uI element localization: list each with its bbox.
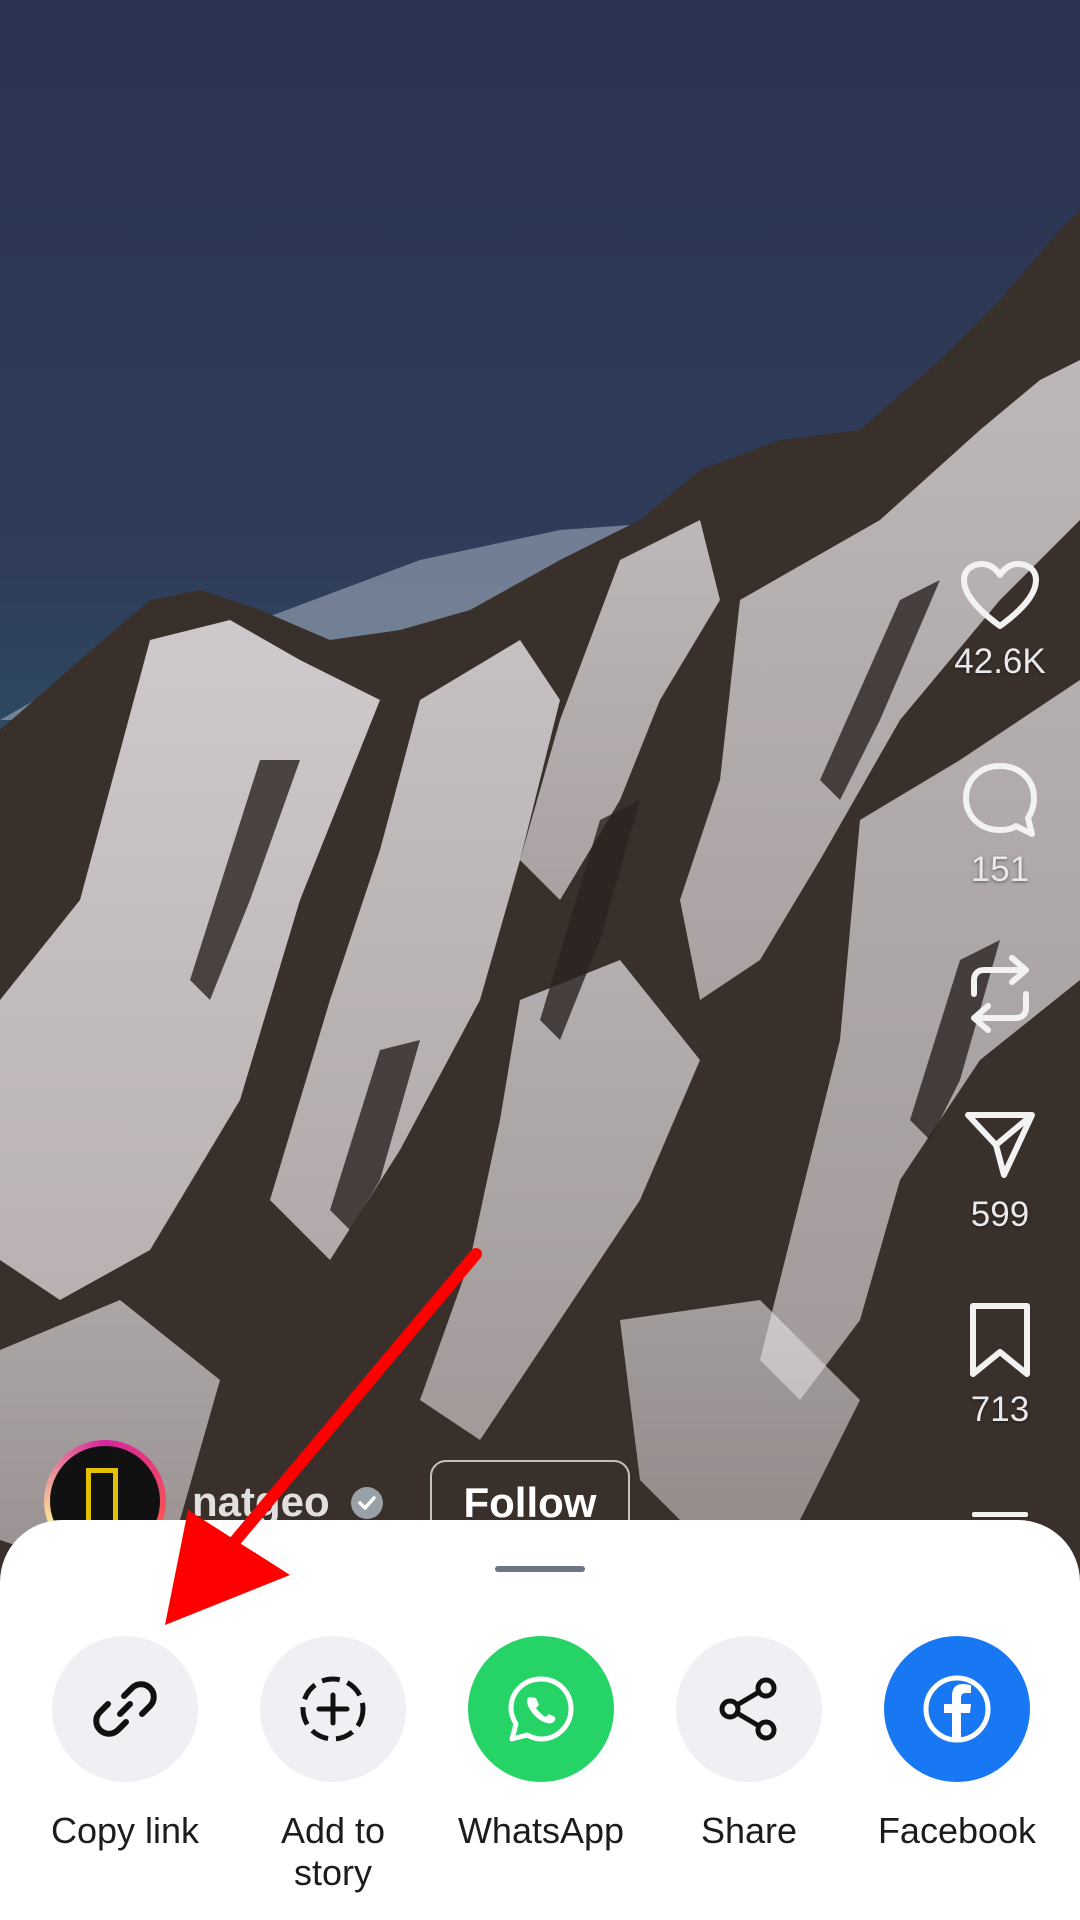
share-sheet: Copy link Add to story WhatsApp Share Fa…: [0, 1520, 1080, 1920]
facebook-label: Facebook: [877, 1810, 1037, 1851]
share-count: 599: [970, 1195, 1030, 1234]
more-action[interactable]: [920, 1510, 1080, 1520]
add-to-story-option[interactable]: Add to story: [229, 1636, 437, 1894]
bookmark-icon: [970, 1303, 1030, 1377]
facebook-option[interactable]: Facebook: [853, 1636, 1061, 1852]
share-option[interactable]: Share: [645, 1636, 853, 1852]
save-action[interactable]: 713: [920, 1300, 1080, 1430]
add-story-icon: [300, 1676, 366, 1742]
add-to-story-label: Add to story: [280, 1810, 386, 1893]
share-label: Share: [700, 1810, 798, 1851]
whatsapp-icon: [508, 1676, 574, 1742]
heart-icon: [961, 561, 1039, 629]
copy-link-label: Copy link: [50, 1810, 200, 1851]
repost-icon: [971, 955, 1029, 1033]
comment-icon: [963, 763, 1037, 837]
facebook-icon: [923, 1675, 991, 1743]
comment-action[interactable]: 151: [920, 760, 1080, 890]
whatsapp-label: WhatsApp: [457, 1810, 625, 1851]
send-icon: [965, 1112, 1035, 1178]
verified-badge-icon: [351, 1487, 383, 1519]
author-handle[interactable]: natgeo: [192, 1478, 330, 1526]
like-count: 42.6K: [954, 642, 1046, 681]
repost-action[interactable]: [920, 950, 1080, 1038]
like-action[interactable]: 42.6K: [920, 560, 1080, 682]
link-icon: [93, 1681, 157, 1737]
comment-count: 151: [970, 850, 1030, 889]
copy-link-option[interactable]: Copy link: [21, 1636, 229, 1852]
more-icon: [972, 1512, 1028, 1517]
sheet-drag-handle[interactable]: [495, 1566, 585, 1572]
send-action[interactable]: 599: [920, 1105, 1080, 1235]
whatsapp-option[interactable]: WhatsApp: [437, 1636, 645, 1852]
save-count: 713: [970, 1390, 1030, 1429]
share-icon: [719, 1677, 777, 1741]
